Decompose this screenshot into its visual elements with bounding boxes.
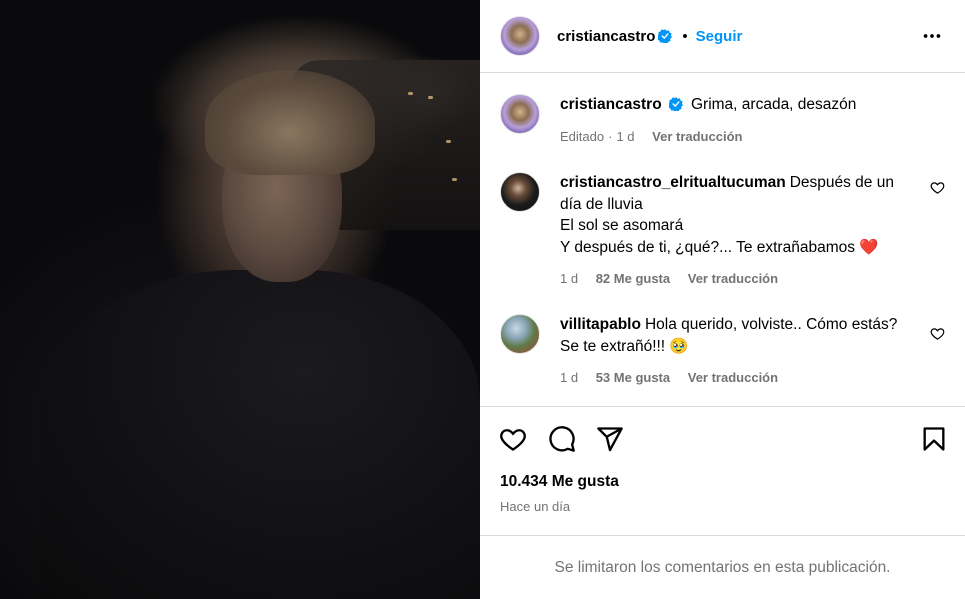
translate-link[interactable]: Ver traducción [688, 271, 778, 286]
street-light [452, 178, 457, 181]
caption: cristiancastro Grima, arcada, desazón Ed… [500, 94, 945, 164]
comment-likes[interactable]: 82 Me gusta [596, 271, 670, 286]
post-actions: 10.434 Me gusta Hace un día [480, 406, 965, 536]
comment-item: villitapablo Hola querido, volviste.. Cóm… [500, 314, 945, 394]
author-info: cristiancastro • Seguir [557, 28, 742, 45]
share-icon[interactable] [596, 425, 624, 453]
comments-list: cristiancastro Grima, arcada, desazón Ed… [480, 74, 965, 406]
caption-body: cristiancastro Grima, arcada, desazón Ed… [560, 94, 930, 147]
comment-body: villitapablo Hola querido, volviste.. Cóm… [560, 314, 930, 389]
post-time: Hace un día [500, 499, 571, 514]
jacket [40, 270, 480, 599]
verified-badge-icon [668, 97, 683, 111]
comment-meta: 1 d 82 Me gusta Ver traducción [560, 268, 930, 290]
comment-age: 1 d [560, 370, 579, 385]
more-options-icon[interactable] [921, 25, 943, 47]
notice-text: Se limitaron los comentarios en esta pub… [554, 558, 891, 576]
comment-text: Hola querido, volviste.. Cómo estás? [644, 316, 898, 333]
author-avatar[interactable] [500, 16, 540, 56]
heart-icon[interactable] [930, 326, 945, 341]
heart-icon[interactable] [930, 180, 945, 195]
commenter-avatar[interactable] [500, 314, 540, 354]
likes-count[interactable]: 10.434 Me gusta [500, 473, 619, 491]
post-photo [0, 0, 480, 599]
street-light [428, 96, 433, 99]
translate-link[interactable]: Ver traducción [688, 370, 778, 385]
comment-item: cristiancastro_elritualtucuman Después de… [500, 172, 945, 292]
hair [205, 70, 375, 175]
post-side-panel: cristiancastro • Seguir cristiancastro G… [480, 0, 965, 599]
caption-avatar[interactable] [500, 94, 540, 134]
edited-label: Editado [560, 128, 605, 144]
meta-dot: · [608, 128, 613, 144]
street-light [446, 140, 451, 143]
caption-username[interactable]: cristiancastro [560, 96, 662, 113]
comment-body: cristiancastro_elritualtucuman Después de… [560, 172, 930, 290]
comment-line: día de lluvia [560, 195, 643, 213]
caption-text: Grima, arcada, desazón [690, 96, 857, 113]
comments-limited-notice: Se limitaron los comentarios en esta pub… [480, 535, 965, 599]
post-header: cristiancastro • Seguir [480, 0, 965, 73]
street-light [408, 92, 413, 95]
follow-button[interactable]: Seguir [696, 28, 743, 45]
verified-badge-icon [658, 29, 673, 43]
comment-likes[interactable]: 53 Me gusta [596, 370, 670, 385]
author-username[interactable]: cristiancastro [557, 28, 655, 45]
caption-age: 1 d [616, 128, 635, 144]
comment-age: 1 d [560, 271, 579, 286]
comment-line: El sol se asomará [560, 217, 684, 234]
comment-meta: 1 d 53 Me gusta Ver traducción [560, 367, 930, 389]
comment-text: Se te extrañó!!! 🥹 [560, 337, 689, 355]
translate-link[interactable]: Ver traducción [652, 129, 742, 144]
caption-meta: Editado · 1 d Ver traducción [560, 126, 930, 148]
heart-icon[interactable] [499, 425, 527, 453]
separator-dot: • [682, 27, 688, 45]
commenter-avatar[interactable] [500, 172, 540, 212]
comment-line: Después de un [789, 174, 894, 191]
comment-line: Y después de ti, ¿qué?... Te extrañabamo… [560, 238, 879, 256]
commenter-username[interactable]: villitapablo [560, 316, 641, 333]
comment-icon[interactable] [548, 425, 576, 453]
bookmark-icon[interactable] [920, 425, 948, 453]
commenter-username[interactable]: cristiancastro_elritualtucuman [560, 174, 786, 191]
